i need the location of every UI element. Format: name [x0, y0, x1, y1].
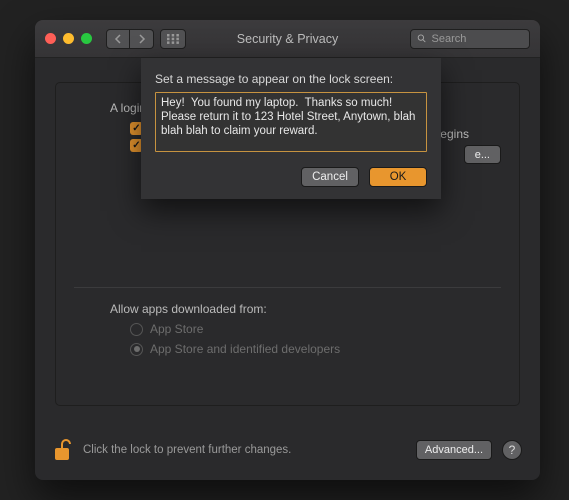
search-icon [417, 33, 427, 44]
nav-segment [106, 29, 154, 49]
radio-selected-icon [130, 343, 143, 356]
search-input[interactable] [432, 33, 524, 45]
sheet-buttons: Cancel OK [155, 167, 427, 187]
sheet-label: Set a message to appear on the lock scre… [155, 72, 427, 86]
grid-icon [167, 34, 179, 44]
forward-button[interactable] [130, 29, 154, 49]
radio-app-store-label: App Store [150, 322, 203, 336]
chevron-left-icon [114, 34, 122, 44]
minimize-window-button[interactable] [63, 33, 74, 44]
titlebar: Security & Privacy [35, 20, 540, 58]
radio-app-store-row: App Store [130, 322, 501, 336]
radio-identified-label: App Store and identified developers [150, 342, 340, 356]
divider [74, 287, 501, 288]
close-window-button[interactable] [45, 33, 56, 44]
advanced-button[interactable]: Advanced... [416, 440, 492, 460]
lock-message-sheet: Set a message to appear on the lock scre… [141, 58, 441, 199]
search-field-wrap[interactable] [410, 29, 530, 49]
show-all-button[interactable] [160, 29, 186, 49]
zoom-window-button[interactable] [81, 33, 92, 44]
set-lock-message-button[interactable]: e... [464, 145, 501, 164]
lock-help-text: Click the lock to prevent further change… [83, 444, 291, 456]
radio-unselected-icon [130, 323, 143, 336]
help-button[interactable]: ? [502, 440, 522, 460]
allow-apps-label: Allow apps downloaded from: [110, 302, 501, 316]
preferences-window: Security & Privacy A login passw ✓ Requi… [35, 20, 540, 480]
unlock-icon [53, 437, 73, 463]
lock-button[interactable] [53, 437, 73, 463]
window-controls [45, 33, 92, 44]
lock-message-textarea[interactable] [155, 92, 427, 152]
ok-button[interactable]: OK [369, 167, 427, 187]
footer: Click the lock to prevent further change… [35, 420, 540, 480]
cancel-button[interactable]: Cancel [301, 167, 359, 187]
chevron-right-icon [138, 34, 146, 44]
radio-identified-row: App Store and identified developers [130, 342, 501, 356]
back-button[interactable] [106, 29, 130, 49]
